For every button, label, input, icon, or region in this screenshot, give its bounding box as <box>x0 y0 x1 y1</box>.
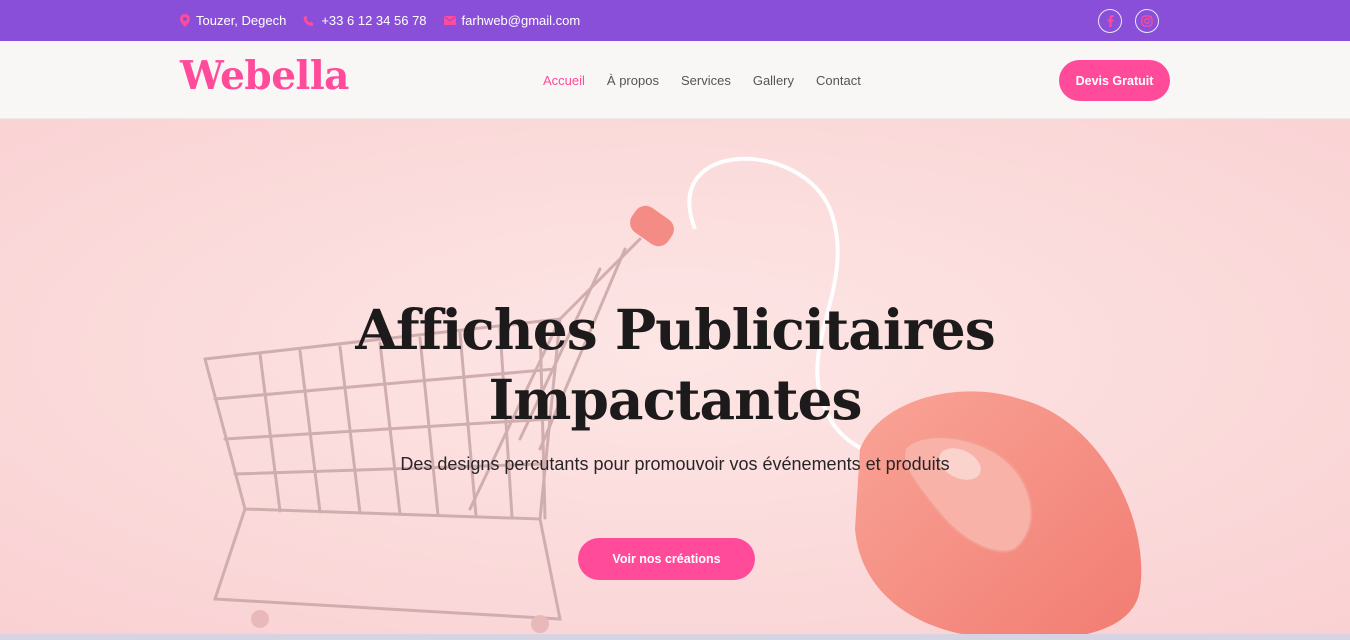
site-logo[interactable]: Webella <box>180 53 349 99</box>
instagram-icon <box>1141 15 1153 27</box>
hero-subtitle: Des designs percutants pour promouvoir v… <box>400 454 950 474</box>
hero-title-line-1: Affiches Publicitaires <box>355 297 995 362</box>
nav-link-services[interactable]: Services <box>681 73 731 88</box>
location-item: Touzer, Degech <box>180 13 286 28</box>
top-contact-bar: Touzer, Degech +33 6 12 34 56 78 farhweb… <box>0 0 1350 41</box>
nav-link-contact[interactable]: Contact <box>816 73 861 88</box>
facebook-icon <box>1107 15 1114 27</box>
envelope-icon <box>443 16 456 25</box>
hero-title-line-2: Impactantes <box>488 367 863 432</box>
main-navbar: Webella Accueil À propos Services Galler… <box>0 41 1350 119</box>
email-item[interactable]: farhweb@gmail.com <box>443 13 581 28</box>
social-links <box>1098 9 1172 33</box>
see-creations-button[interactable]: Voir nos créations <box>578 538 755 580</box>
hero-title: Affiches Publicitaires Impactantes <box>300 295 1050 435</box>
nav-menu: Accueil À propos Services Gallery Contac… <box>543 41 883 119</box>
nav-link-gallery[interactable]: Gallery <box>753 73 794 88</box>
location-text: Touzer, Degech <box>196 13 287 28</box>
email-text: farhweb@gmail.com <box>461 13 581 28</box>
phone-item[interactable]: +33 6 12 34 56 78 <box>303 13 427 28</box>
hero-section: Affiches Publicitaires Impactantes Des d… <box>0 119 1350 634</box>
free-quote-button[interactable]: Devis Gratuit <box>1059 60 1170 101</box>
bottom-scroll-strip <box>0 634 1350 640</box>
phone-icon <box>303 15 314 26</box>
facebook-button[interactable] <box>1098 9 1122 33</box>
nav-link-apropos[interactable]: À propos <box>607 73 659 88</box>
map-pin-icon <box>180 14 190 27</box>
phone-text: +33 6 12 34 56 78 <box>321 13 427 28</box>
contact-info: Touzer, Degech +33 6 12 34 56 78 farhweb… <box>180 0 597 41</box>
instagram-button[interactable] <box>1135 9 1159 33</box>
nav-link-accueil[interactable]: Accueil <box>543 73 585 88</box>
